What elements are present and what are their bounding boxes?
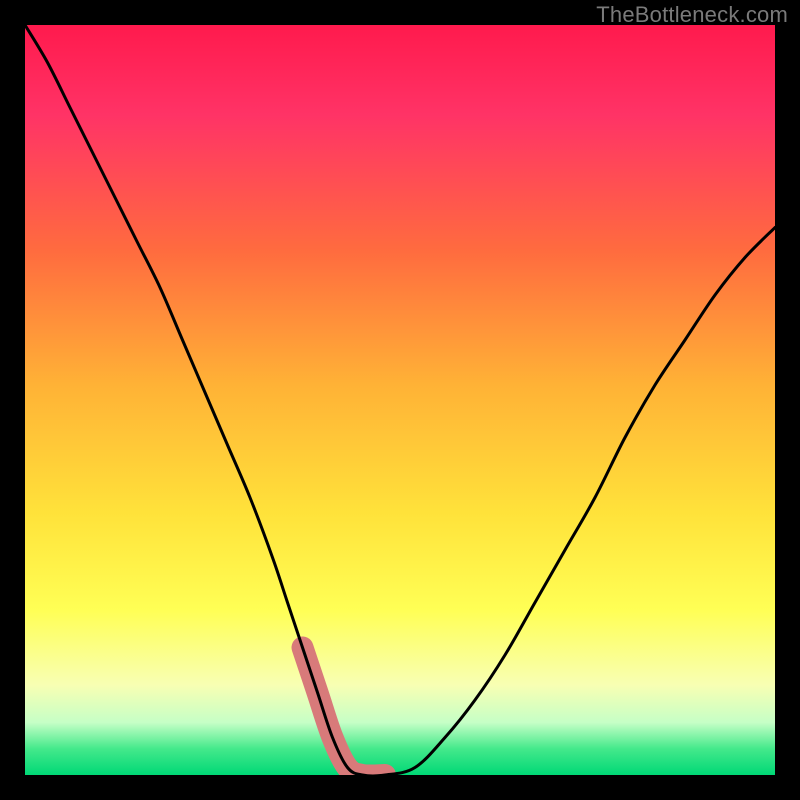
gradient-background bbox=[25, 25, 775, 775]
chart-svg bbox=[25, 25, 775, 775]
watermark-text: TheBottleneck.com bbox=[596, 2, 788, 28]
chart-plot-area bbox=[25, 25, 775, 775]
chart-frame: TheBottleneck.com bbox=[0, 0, 800, 800]
